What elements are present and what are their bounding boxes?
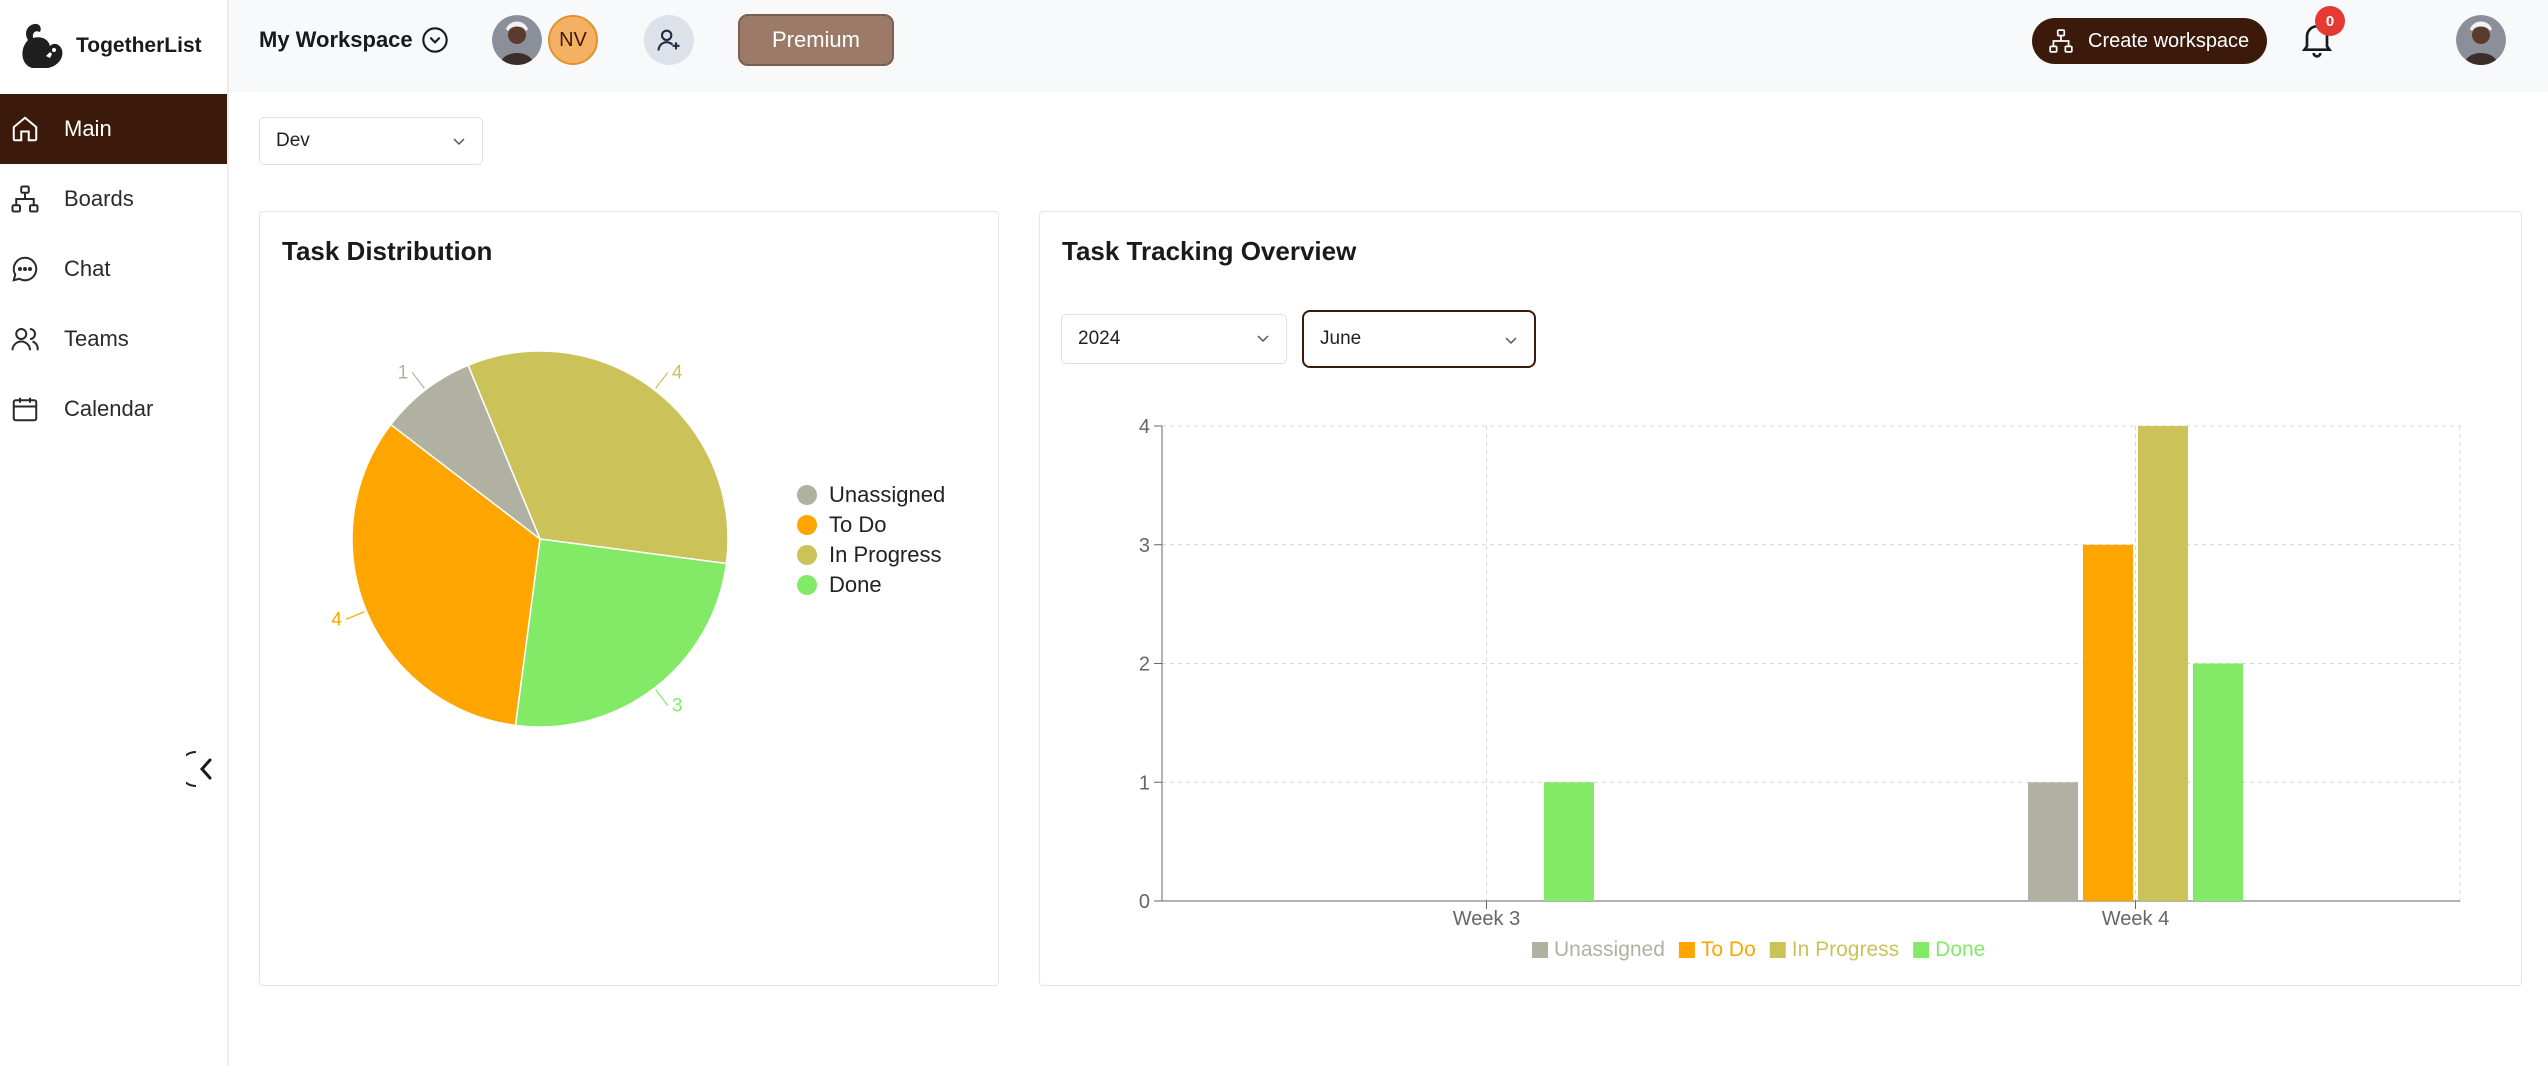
member-avatar[interactable] xyxy=(492,15,542,65)
chevron-down-icon xyxy=(1257,335,1269,343)
sidebar-nav: Main Boards Chat Teams Calendar xyxy=(0,94,227,444)
legend-item-todo[interactable]: To Do xyxy=(797,510,945,540)
app-logo[interactable]: TogetherList xyxy=(18,14,202,78)
month-select[interactable]: June xyxy=(1302,310,1536,368)
pie-legend: Unassigned To Do In Progress Done xyxy=(797,480,945,600)
legend-swatch xyxy=(797,485,817,505)
legend-swatch xyxy=(1678,942,1695,958)
x-tick-label: Week 3 xyxy=(1453,908,1520,930)
legend-swatch xyxy=(1532,942,1548,958)
legend-label: To Do xyxy=(829,512,887,537)
pie-label-leader xyxy=(655,689,669,706)
avatar-image xyxy=(2456,15,2506,65)
profile-avatar[interactable] xyxy=(2456,15,2506,65)
y-tick-label: 4 xyxy=(1139,416,1150,438)
legend-label-unassigned[interactable]: Unassigned xyxy=(1554,938,1665,961)
member-avatar-initials[interactable]: NV xyxy=(548,15,598,65)
collapse-sidebar-icon[interactable] xyxy=(186,748,220,790)
legend-item-done[interactable]: Done xyxy=(797,570,945,600)
sidebar-item-label: Main xyxy=(64,116,112,141)
sidebar-item-teams[interactable]: Teams xyxy=(0,304,227,374)
create-workspace-button[interactable]: Create workspace xyxy=(2032,18,2267,64)
legend-label: In Progress xyxy=(829,542,942,567)
bar-chart: 0 1 2 3 4 Week 3 Week 4 Unassigned To Do In Progr… xyxy=(1139,416,2461,961)
sidebar: TogetherList Main Boards Chat Teams Cale… xyxy=(0,0,229,1066)
pie-label-leader xyxy=(411,372,425,389)
sitemap-icon xyxy=(11,185,39,213)
task-distribution-title: Task Distribution xyxy=(282,236,493,266)
sidebar-item-main[interactable]: Main xyxy=(0,94,227,164)
avatar-image xyxy=(492,15,542,65)
task-tracking-title: Task Tracking Overview xyxy=(1062,236,1357,266)
legend-label-done[interactable]: Done xyxy=(1935,938,1985,961)
board-select[interactable]: Dev xyxy=(259,117,483,165)
y-tick-label: 3 xyxy=(1139,535,1150,557)
pie-slice-done[interactable] xyxy=(514,538,728,728)
legend-label: Done xyxy=(829,572,882,597)
notification-badge: 0 xyxy=(2315,6,2345,36)
chevron-down-icon xyxy=(453,138,465,146)
chat-icon xyxy=(12,256,38,282)
pie-chart: 4 3 4 1 xyxy=(331,350,729,728)
year-select-value: 2024 xyxy=(1078,328,1121,349)
year-select[interactable]: 2024 xyxy=(1061,314,1287,364)
sidebar-item-label: Teams xyxy=(64,326,129,351)
pie-label-leader xyxy=(345,611,365,620)
legend-label: Unassigned xyxy=(829,482,946,507)
pie-data-label: 4 xyxy=(331,609,342,630)
sidebar-item-boards[interactable]: Boards xyxy=(0,164,227,234)
workspace-switcher[interactable]: My Workspace xyxy=(259,26,449,54)
bar-in-progress-week-4[interactable] xyxy=(2138,426,2188,901)
sitemap-icon xyxy=(2049,29,2073,53)
legend-swatch xyxy=(1913,942,1930,958)
legend-label-in-progress[interactable]: In Progress xyxy=(1792,938,1899,961)
workspace-name: My Workspace xyxy=(259,27,413,52)
task-distribution-card: Task Distribution 4 3 4 1 Unassigned To Do … xyxy=(259,211,999,986)
add-user-icon xyxy=(657,29,680,51)
create-workspace-label: Create workspace xyxy=(2088,29,2250,52)
sidebar-item-calendar[interactable]: Calendar xyxy=(0,374,227,444)
pie-label-leader xyxy=(655,372,669,389)
month-select-value: June xyxy=(1320,328,1362,349)
legend-label-to-do[interactable]: To Do xyxy=(1701,938,1756,961)
legend-item-in-progress[interactable]: In Progress xyxy=(797,540,945,570)
sidebar-item-label: Chat xyxy=(64,256,111,281)
topbar: My Workspace NV Premium Create workspace… xyxy=(229,0,2548,92)
legend-swatch xyxy=(1769,942,1786,958)
pie-data-label: 4 xyxy=(672,362,683,383)
chevron-down-icon xyxy=(1505,337,1517,345)
board-select-value: Dev xyxy=(276,130,310,151)
sidebar-item-label: Calendar xyxy=(64,396,154,421)
legend-swatch xyxy=(797,515,817,535)
bar-done-week-3[interactable] xyxy=(1544,782,1594,901)
home-icon xyxy=(12,116,38,142)
calendar-icon xyxy=(12,397,38,422)
bar-to-do-week-4[interactable] xyxy=(2083,544,2133,901)
chevron-down-circle-icon xyxy=(421,27,448,53)
legend-item-unassigned[interactable]: Unassigned xyxy=(797,480,945,510)
bar-done-week-4[interactable] xyxy=(2193,663,2243,902)
x-tick-label: Week 4 xyxy=(2102,908,2169,930)
member-initials: NV xyxy=(559,28,587,51)
sidebar-item-chat[interactable]: Chat xyxy=(0,234,227,304)
y-tick-label: 0 xyxy=(1139,891,1150,913)
app-name: TogetherList xyxy=(76,34,202,57)
y-tick-label: 2 xyxy=(1139,654,1150,676)
legend-swatch xyxy=(797,575,817,595)
add-member-button[interactable] xyxy=(644,15,694,65)
pie-data-label: 3 xyxy=(672,696,683,717)
bar-unassigned-week-4[interactable] xyxy=(2028,782,2078,901)
legend-swatch xyxy=(797,545,817,565)
users-icon xyxy=(11,328,39,351)
task-tracking-card: Task Tracking Overview 2024 June 0 1 2 3 4 We… xyxy=(1039,211,2522,986)
y-tick-label: 1 xyxy=(1139,772,1150,794)
squirrel-logo-icon xyxy=(22,23,63,68)
pie-data-label: 1 xyxy=(398,362,409,383)
premium-button[interactable]: Premium xyxy=(738,14,894,66)
sidebar-item-label: Boards xyxy=(64,186,134,211)
